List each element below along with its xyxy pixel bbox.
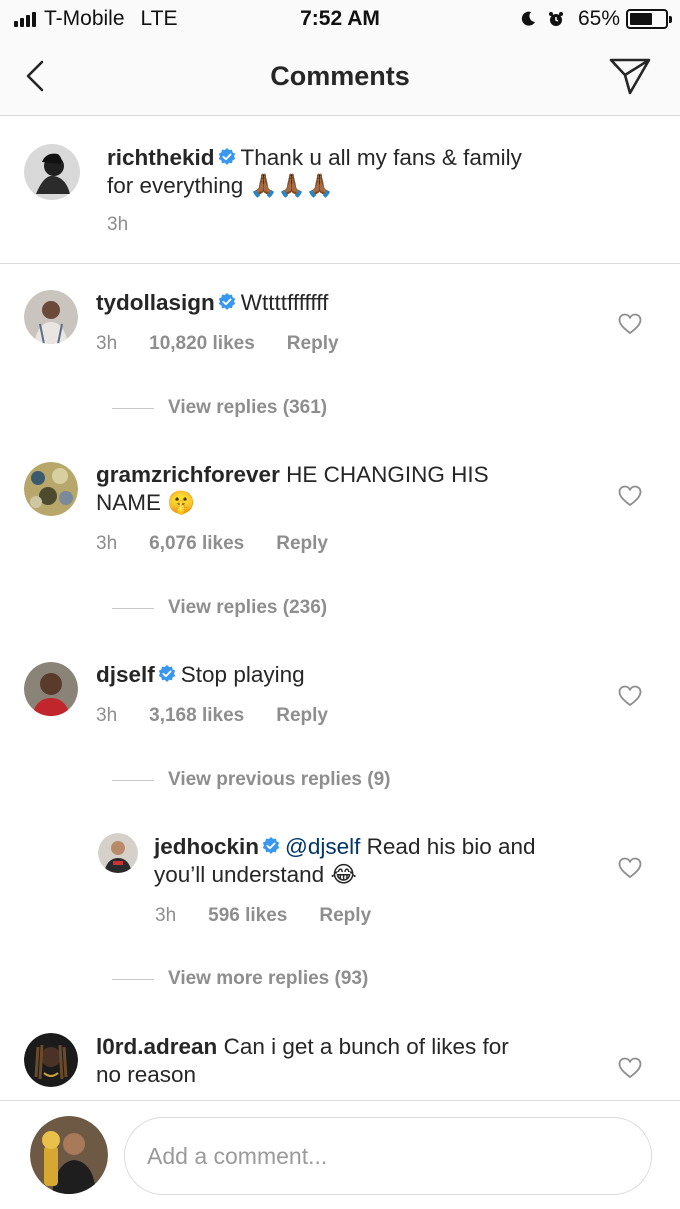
- comment-meta: 3h 10,820 likes Reply: [96, 333, 371, 355]
- comment-username[interactable]: l0rd.adrean: [96, 1034, 217, 1059]
- reply-time: 3h: [155, 905, 177, 926]
- reply-meta: 3h 596 likes Reply: [155, 905, 403, 927]
- mention-link[interactable]: @djself: [285, 834, 360, 859]
- caption-text: richthekid Thank u all my fans & family f…: [107, 144, 627, 200]
- reply-button[interactable]: Reply: [319, 905, 371, 927]
- reply-body-line2: you’ll understand: [154, 862, 325, 887]
- comment-username[interactable]: gramzrichforever: [96, 462, 280, 487]
- comment-body-line1: HE CHANGING HIS: [286, 462, 489, 487]
- heart-icon[interactable]: [618, 1057, 642, 1079]
- status-bar: T-Mobile LTE 7:52 AM 65%: [0, 0, 680, 38]
- comment-time: 3h: [96, 705, 118, 726]
- comment-composer: [0, 1100, 680, 1209]
- heart-icon[interactable]: [618, 857, 642, 879]
- status-right: 65%: [520, 7, 672, 31]
- comment-body: Stop playing: [180, 662, 305, 687]
- like-count[interactable]: 6,076 likes: [149, 533, 244, 555]
- caption-time: 3h: [107, 214, 129, 235]
- paper-plane-icon[interactable]: [608, 56, 652, 96]
- heart-icon[interactable]: [618, 313, 642, 335]
- view-replies-button[interactable]: View replies (236): [112, 597, 327, 619]
- view-replies-label: View more replies (93): [168, 968, 369, 989]
- reply-emoji: 😂: [330, 862, 357, 887]
- caption-meta: 3h: [107, 214, 160, 236]
- heart-icon[interactable]: [618, 485, 642, 507]
- header: Comments: [0, 38, 680, 116]
- page-title: Comments: [270, 61, 410, 91]
- avatar[interactable]: [98, 833, 138, 873]
- like-count[interactable]: 10,820 likes: [149, 333, 255, 355]
- caption-username[interactable]: richthekid: [107, 145, 215, 170]
- comment-meta: 3h 6,076 likes Reply: [96, 533, 360, 555]
- verified-badge-icon: [218, 293, 235, 310]
- comment-emoji: 🤫: [167, 490, 196, 515]
- comment-time: 3h: [96, 533, 118, 554]
- comment-text: tydollasign Wttttfffffff: [96, 289, 596, 317]
- comment-username[interactable]: djself: [96, 662, 155, 687]
- view-more-replies-button[interactable]: View more replies (93): [112, 968, 368, 990]
- comment-body-line1: Can i get a bunch of likes for: [223, 1034, 509, 1059]
- moon-icon: [521, 11, 535, 26]
- verified-badge-icon: [218, 148, 235, 165]
- view-previous-replies-button[interactable]: View previous replies (9): [112, 769, 390, 791]
- comment-time: 3h: [96, 333, 118, 354]
- comment-text: djself Stop playing: [96, 661, 596, 689]
- caption-emoji: 🙏🏾🙏🏾🙏🏾: [249, 173, 334, 198]
- comment-body-line2: no reason: [96, 1062, 197, 1087]
- verified-badge-icon: [158, 665, 175, 682]
- like-count[interactable]: 3,168 likes: [149, 705, 244, 727]
- view-replies-label: View replies (236): [168, 597, 328, 618]
- caption-line2: for everything: [107, 173, 244, 198]
- current-user-avatar: [30, 1116, 108, 1194]
- avatar[interactable]: [24, 662, 78, 716]
- battery-fill: [630, 13, 653, 25]
- add-comment-input[interactable]: [124, 1117, 652, 1195]
- view-replies-label: View replies (361): [168, 397, 328, 418]
- view-replies-label: View previous replies (9): [168, 769, 391, 790]
- comment-body: Wttttfffffff: [240, 290, 329, 315]
- like-count[interactable]: 596 likes: [208, 905, 287, 927]
- comment-username[interactable]: tydollasign: [96, 290, 215, 315]
- avatar[interactable]: [24, 144, 80, 200]
- caption-line1: Thank u all my fans & family: [240, 145, 522, 170]
- avatar[interactable]: [24, 462, 78, 516]
- view-replies-button[interactable]: View replies (361): [112, 397, 327, 419]
- reply-button[interactable]: Reply: [287, 333, 339, 355]
- comment-meta: 3h 3,168 likes Reply: [96, 705, 360, 727]
- verified-badge-icon: [262, 837, 280, 854]
- comment-text: gramzrichforever HE CHANGING HIS NAME 🤫: [96, 461, 596, 517]
- comment-text: l0rd.adrean Can i get a bunch of likes f…: [96, 1033, 596, 1089]
- heart-icon[interactable]: [618, 685, 642, 707]
- alarm-icon: [548, 12, 563, 26]
- post-caption: richthekid Thank u all my fans & family f…: [0, 116, 680, 264]
- avatar[interactable]: [24, 1033, 78, 1087]
- reply-button[interactable]: Reply: [276, 705, 328, 727]
- battery-percent: 65%: [577, 7, 620, 30]
- avatar[interactable]: [24, 290, 78, 344]
- reply-text: jedhockin @djself Read his bio and you’ll…: [154, 833, 594, 889]
- battery-icon: [626, 9, 672, 29]
- reply-username[interactable]: jedhockin: [154, 834, 259, 859]
- reply-body-line1: Read his bio and: [366, 834, 536, 859]
- comment-body-line2: NAME: [96, 490, 162, 515]
- reply-button[interactable]: Reply: [276, 533, 328, 555]
